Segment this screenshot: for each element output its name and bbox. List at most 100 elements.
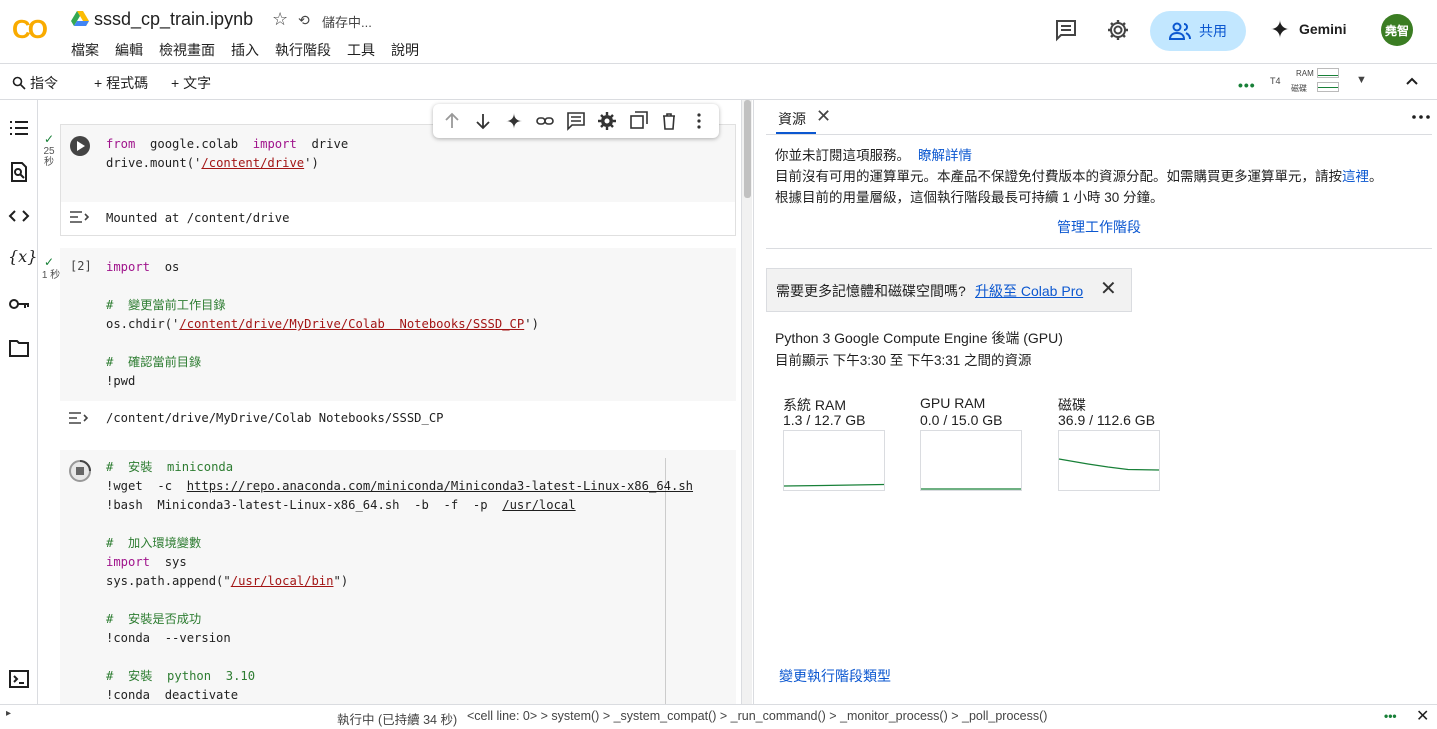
code-editor[interactable]: import os ​ # 變更當前工作目錄 os.chdir('/conten…: [106, 258, 539, 391]
collapse-icon[interactable]: [1405, 74, 1419, 88]
output-toggle-icon[interactable]: [69, 209, 91, 225]
upgrade-banner: 需要更多記憶體和磁碟空間嗎? 升級至 Colab Pro ✕: [766, 268, 1132, 312]
delete-icon[interactable]: [659, 111, 679, 131]
cell-toolbar: [433, 104, 719, 138]
gpu-type: T4: [1270, 76, 1281, 86]
output-toggle-icon[interactable]: [68, 410, 90, 426]
folder-icon[interactable]: [8, 337, 30, 359]
ram-mini-gauge[interactable]: [1317, 68, 1339, 78]
comment-cell-icon[interactable]: [566, 111, 586, 131]
expand-status-icon[interactable]: ▸: [6, 708, 11, 719]
colab-logo[interactable]: CO: [12, 14, 54, 44]
manage-sessions-link[interactable]: 管理工作階段: [1057, 217, 1141, 237]
share-label: 共用: [1199, 23, 1227, 39]
execution-status: 執行中 (已持續 34 秒): [337, 713, 458, 727]
add-code-button[interactable]: + 程式碼: [94, 73, 148, 93]
gpu-ram-usage-chart: [920, 430, 1022, 491]
notebook-scrollbar[interactable]: [741, 100, 752, 704]
sparkle-icon: [1271, 20, 1289, 38]
menu-edit[interactable]: 編輯: [115, 40, 143, 60]
buy-here-link[interactable]: 這裡: [1342, 169, 1369, 184]
code-snippets-icon[interactable]: [8, 205, 30, 227]
cell-success-check-icon: ✓: [43, 255, 55, 269]
ram-gauge-value: 1.3 / 12.7 GB: [783, 412, 866, 428]
time-range: 目前顯示 下午3:30 至 下午3:31 之間的資源: [775, 353, 1032, 368]
menu-insert[interactable]: 插入: [231, 40, 259, 60]
menu-tools[interactable]: 工具: [347, 40, 375, 60]
code-cell-running[interactable]: # 安裝 miniconda !wget -c https://repo.ana…: [60, 450, 736, 704]
upgrade-link[interactable]: 升級至 Colab Pro: [975, 281, 1083, 301]
runtime-dropdown-icon[interactable]: ▼: [1356, 74, 1367, 86]
comment-icon[interactable]: [1054, 18, 1078, 42]
menu-help[interactable]: 說明: [391, 40, 419, 60]
disk-gauge-value: 36.9 / 112.6 GB: [1058, 412, 1156, 428]
terminal-icon[interactable]: [8, 668, 30, 690]
status-bar: ▸ 執行中 (已持續 34 秒) <cell line: 0> > system…: [0, 704, 1437, 729]
svg-text:CO: CO: [12, 14, 48, 44]
more-vert-icon[interactable]: [689, 111, 709, 131]
disk-label: 磁碟: [1291, 84, 1307, 93]
gpu-ram-gauge-label: GPU RAM: [920, 395, 986, 411]
cell-run-time: 1 秒: [41, 270, 61, 281]
code-cell[interactable]: [2] import os ​ # 變更當前工作目錄 os.chdir('/co…: [60, 248, 736, 401]
star-icon[interactable]: ☆: [272, 9, 288, 30]
top-bar: CO sssd_cp_train.ipynb ☆ ⟲ 儲存中... 檔案 編輯 …: [0, 0, 1437, 64]
avatar[interactable]: 堯智: [1381, 14, 1413, 46]
command-label: 指令: [30, 75, 58, 91]
cell-output: Mounted at /content/drive: [106, 211, 290, 225]
backend-info: Python 3 Google Compute Engine 後端 (GPU): [775, 330, 1063, 346]
gemini-button[interactable]: Gemini: [1271, 20, 1346, 38]
code-editor[interactable]: from google.colab import drive drive.mou…: [106, 135, 348, 173]
secrets-key-icon[interactable]: [8, 293, 30, 315]
subscription-info: 你並未訂閱這項服務。 瞭解詳情 目前沒有可用的運算單元。本產品不保證免付費版本的資…: [775, 148, 1383, 205]
menu-view[interactable]: 檢視畫面: [159, 40, 215, 60]
ram-label: RAM: [1296, 69, 1314, 78]
menu-runtime[interactable]: 執行階段: [275, 40, 331, 60]
more-horiz-icon[interactable]: [1412, 112, 1430, 122]
gpu-ram-gauge-value: 0.0 / 15.0 GB: [920, 412, 1003, 428]
run-cell-button[interactable]: [69, 135, 91, 157]
execution-trace[interactable]: <cell line: 0> > system() > _system_comp…: [467, 709, 1047, 723]
cell-success-check-icon: ✓: [43, 132, 55, 146]
gemini-label: Gemini: [1299, 21, 1347, 37]
close-status-icon[interactable]: ✕: [1416, 706, 1429, 726]
link-icon[interactable]: [535, 111, 555, 131]
google-drive-icon[interactable]: [71, 11, 89, 27]
close-tab-icon[interactable]: ✕: [816, 106, 831, 127]
stop-cell-button[interactable]: [68, 459, 92, 483]
resources-panel: 資源 ✕ 你並未訂閱這項服務。 瞭解詳情 目前沒有可用的運算單元。本產品不保證免付…: [753, 100, 1437, 704]
add-text-button[interactable]: + 文字: [171, 73, 211, 93]
code-editor[interactable]: # 安裝 miniconda !wget -c https://repo.ana…: [106, 458, 693, 704]
tab-resources[interactable]: 資源: [778, 109, 806, 129]
people-icon: [1169, 22, 1191, 40]
menu-file[interactable]: 檔案: [71, 40, 99, 60]
gemini-sparkle-icon[interactable]: [504, 111, 524, 131]
menu-bar: 檔案 編輯 檢視畫面 插入 執行階段 工具 說明: [71, 40, 419, 60]
code-cell[interactable]: from google.colab import drive drive.mou…: [60, 124, 736, 236]
close-banner-icon[interactable]: ✕: [1100, 276, 1117, 301]
share-button[interactable]: 共用: [1150, 11, 1246, 51]
more-dots-icon[interactable]: •••: [1238, 77, 1256, 93]
find-icon[interactable]: [8, 161, 30, 183]
upgrade-text: 需要更多記憶體和磁碟空間嗎?: [776, 283, 966, 299]
move-down-icon[interactable]: [473, 111, 493, 131]
move-up-icon[interactable]: [442, 111, 462, 131]
disk-usage-chart: [1058, 430, 1160, 491]
scrollbar-thumb[interactable]: [744, 100, 751, 198]
cell-output: /content/drive/MyDrive/Colab Notebooks/S…: [106, 411, 444, 425]
more-dots-icon[interactable]: •••: [1384, 709, 1397, 723]
save-status: 儲存中...: [322, 15, 372, 30]
notebook-title[interactable]: sssd_cp_train.ipynb: [94, 9, 253, 30]
execution-count: [2]: [70, 259, 92, 273]
variables-icon[interactable]: {x}: [8, 247, 37, 269]
mirror-cell-icon[interactable]: [628, 111, 648, 131]
settings-icon[interactable]: [1106, 18, 1130, 42]
notebook-area: ✓ 25 秒 from google.colab import drive dr…: [38, 100, 753, 704]
change-runtime-link[interactable]: 變更執行階段類型: [779, 666, 891, 686]
sync-icon: ⟲: [298, 12, 310, 28]
command-palette-button[interactable]: 指令: [12, 73, 58, 93]
toc-icon[interactable]: [8, 117, 30, 139]
learn-more-link[interactable]: 瞭解詳情: [918, 148, 972, 163]
disk-mini-gauge[interactable]: [1317, 82, 1339, 92]
cell-settings-icon[interactable]: [597, 111, 617, 131]
